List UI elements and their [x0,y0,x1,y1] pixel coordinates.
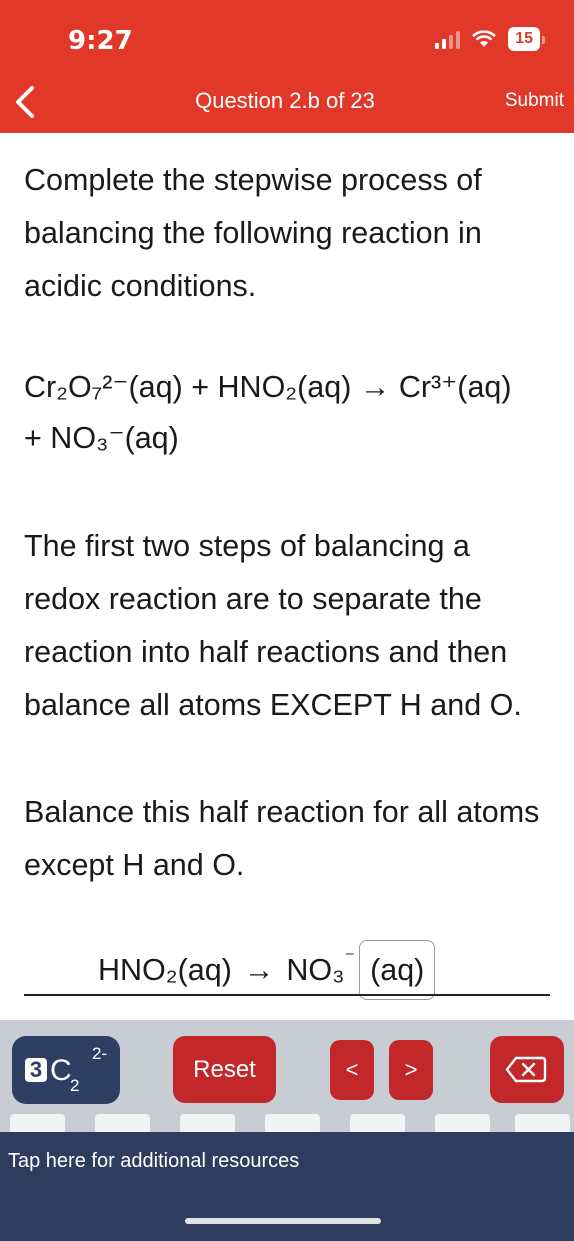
half-arrow: → [243,953,275,987]
half-right: NO₃ [286,953,345,987]
c2-species-key[interactable]: 3 C 2 2- [12,1036,120,1104]
signal-icon [435,29,461,49]
hno2-species: HNO₂(aq) [217,370,352,404]
resources-link[interactable]: Tap here for additional resources [8,1150,299,1173]
cr3-species: Cr³⁺(aq) [398,370,512,404]
wifi-icon [472,30,497,47]
no3-species: NO₃⁻(aq) [50,421,179,455]
half-reaction: HNO₂(aq) → NO₃ ⁻ (aq) [98,940,436,1000]
reset-button[interactable]: Reset [173,1036,276,1103]
status-time: 9:27 [68,26,133,56]
question-intro: Complete the stepwise process of balanci… [24,163,482,303]
answer-input-box[interactable]: (aq) [359,940,436,1000]
resources-bar[interactable] [0,1132,574,1241]
app-header: 9:27 15 Question 2.b of 23 Submit [0,0,574,133]
battery-icon: 15 [508,27,545,51]
keyboard-row-hint [435,1114,490,1134]
cursor-right-button[interactable]: > [389,1040,433,1100]
submit-button[interactable]: Submit [505,90,564,112]
home-indicator [185,1218,381,1224]
reaction-arrow: → [359,370,391,404]
instruction-balance: Balance this half reaction for all atoms… [24,795,540,882]
keyboard-row-hint [180,1114,235,1134]
keyboard-row-hint [515,1114,570,1134]
keyboard-row-hint [350,1114,405,1134]
keyboard-row-hint [10,1114,65,1134]
cursor-left-button[interactable]: < [330,1040,374,1100]
keyboard-row-hint [95,1114,150,1134]
keyboard-row-hint [265,1114,320,1134]
half-left: HNO₂(aq) [98,953,232,987]
cr2o7-species: Cr₂O₇²⁻(aq) [24,370,183,404]
instruction-steps: The first two steps of balancing a redox… [24,529,522,722]
question-title: Question 2.b of 23 [195,88,375,113]
status-icons: 15 [435,27,545,51]
answer-underline [24,994,550,996]
reaction-equation: Cr₂O₇²⁻(aq) + HNO₂(aq) → Cr³⁺(aq) + NO₃⁻… [24,370,512,455]
backspace-icon [505,1056,547,1083]
backspace-button[interactable] [490,1036,564,1103]
